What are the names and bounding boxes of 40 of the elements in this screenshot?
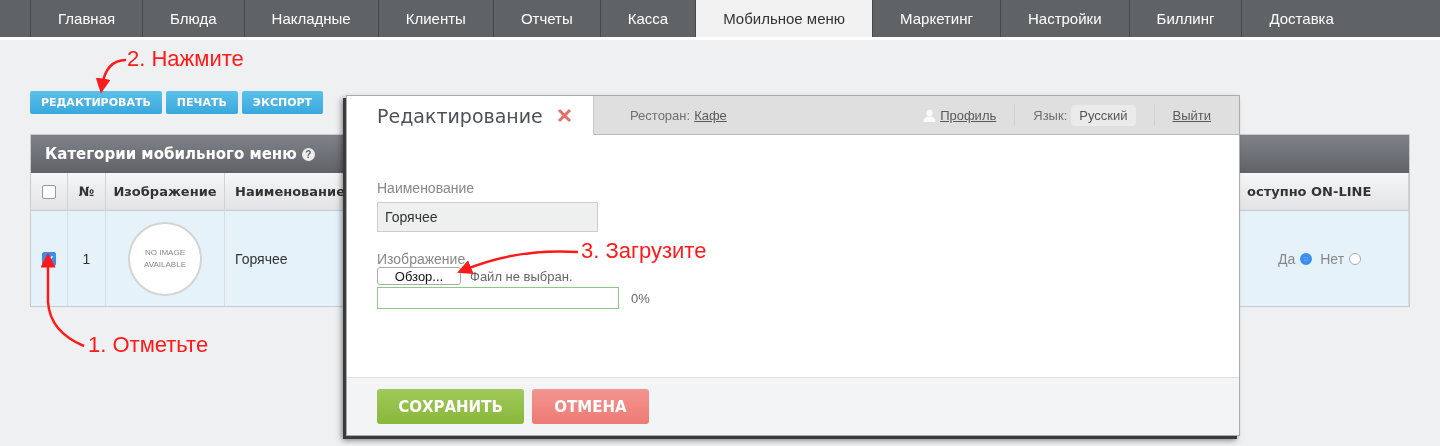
column-header: Изображение xyxy=(106,173,225,211)
restaurant-link[interactable]: Кафе xyxy=(694,107,727,123)
restaurant-label: Ресторан: xyxy=(630,107,691,123)
placeholder-text: NO IMAGE AVAILABLE xyxy=(143,246,187,271)
nav-tab[interactable]: Биллинг xyxy=(1128,0,1242,37)
nav-tab[interactable]: Маркетинг xyxy=(872,0,1000,37)
logout-link[interactable]: Выйти xyxy=(1172,107,1211,123)
annotation-text: 2. Нажмите xyxy=(127,46,244,72)
nav-tab[interactable]: Блюда xyxy=(142,0,244,37)
option-label: Нет xyxy=(1320,250,1345,267)
radio-button[interactable] xyxy=(1349,252,1362,265)
dialog-title: Редактирование xyxy=(377,104,543,127)
progress-text: 0% xyxy=(631,290,650,306)
option-label: Да xyxy=(1277,250,1296,267)
nav-tab[interactable]: Отчеты xyxy=(492,0,600,37)
table-cell: 1 xyxy=(68,211,106,306)
column-header: № xyxy=(68,173,106,211)
name-field[interactable]: Горячее xyxy=(377,202,598,232)
nav-tab[interactable]: Настройки xyxy=(1000,0,1129,37)
panel-title: Категории мобильного меню xyxy=(45,145,297,163)
browse-button[interactable]: Обзор... xyxy=(377,267,461,285)
radio-button[interactable] xyxy=(1300,252,1313,265)
profile-link[interactable]: Профиль xyxy=(940,107,997,123)
file-status: Файл не выбран. xyxy=(470,268,573,284)
checkbox[interactable] xyxy=(42,184,56,199)
nav-tab[interactable]: Клиенты xyxy=(377,0,493,37)
annotation-text: 3. Загрузите xyxy=(581,238,707,264)
language-label: Язык: xyxy=(1033,107,1068,123)
nav-tab[interactable]: Доставка xyxy=(1241,0,1361,37)
user-icon xyxy=(923,108,937,122)
nav-tab[interactable]: Накладные xyxy=(243,0,378,37)
help-icon[interactable]: ? xyxy=(301,147,315,161)
field-label: Изображение xyxy=(377,251,466,267)
close-icon[interactable] xyxy=(556,108,572,123)
nav-tab[interactable]: Главная xyxy=(30,0,143,37)
annotation-text: 1. Отметьте xyxy=(88,332,209,358)
field-label: Наименование xyxy=(377,180,475,196)
column-header: оступно ON-LINE xyxy=(1237,173,1409,211)
language-selector[interactable]: Русский xyxy=(1071,104,1136,126)
nav-tab[interactable]: Мобильное меню xyxy=(695,0,873,37)
